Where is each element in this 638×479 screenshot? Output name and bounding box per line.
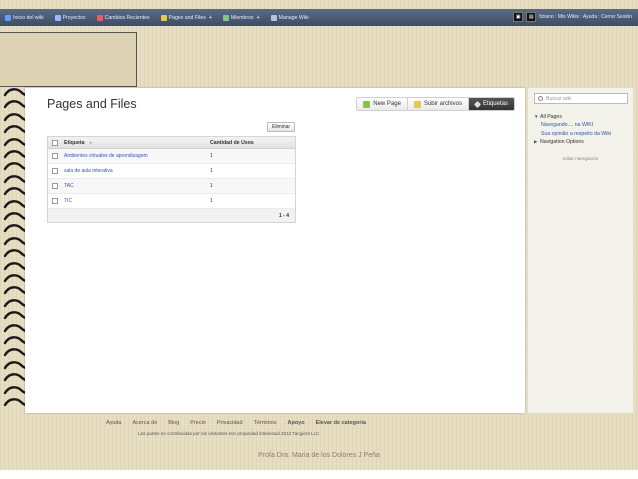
upload-files-button[interactable]: Subir archivos — [407, 98, 469, 110]
column-header-tag[interactable]: Etiqueta ▼ — [62, 140, 210, 146]
tag-link[interactable]: TAC — [62, 183, 210, 189]
search-icon — [538, 96, 543, 101]
top-navigation-bar: Inicio del wiki Proyectos Cambios Recien… — [0, 9, 638, 26]
expand-plus-icon[interactable]: + — [209, 15, 212, 21]
footer-link-blog[interactable]: Blog — [168, 420, 179, 426]
column-header-uses[interactable]: Cantidad de Usos — [210, 140, 295, 146]
messages-icon[interactable]: ▤ — [526, 12, 537, 22]
footer-links: Ayuda Acerca de Blog Precio Privacidad T… — [106, 420, 377, 426]
nav-recent-changes[interactable]: Cambios Recientes — [96, 14, 150, 21]
upload-icon — [413, 100, 421, 108]
recent-changes-icon — [96, 14, 103, 21]
nav-pages-and-files[interactable]: Pages and Files + — [160, 14, 212, 21]
gear-icon — [270, 14, 277, 21]
select-all-checkbox[interactable] — [52, 139, 58, 146]
tree-navigation-options[interactable]: ▶ Navigation Options — [534, 138, 611, 146]
sidebar: Buscar wiki ▼ All Pages Navegando.... na … — [528, 88, 633, 413]
table-header: Etiqueta ▼ Cantidad de Usos — [48, 137, 295, 149]
home-icon — [5, 14, 11, 21]
table-pagination: 1 - 4 — [48, 209, 295, 222]
notifications-icon[interactable]: ▣ — [513, 12, 524, 22]
table-row: TIC 1 — [48, 194, 295, 209]
tag-link[interactable]: TIC — [62, 198, 210, 204]
wiki-background: Inicio del wiki Proyectos Cambios Recien… — [0, 0, 638, 470]
footer-link-privacidad[interactable]: Privacidad — [217, 420, 243, 426]
tree-all-pages[interactable]: ▼ All Pages — [534, 113, 611, 121]
footer-link-upgrade[interactable]: Elevar de categoría — [316, 420, 366, 426]
projects-icon — [54, 14, 61, 21]
expand-plus-icon[interactable]: + — [257, 15, 260, 21]
members-icon — [222, 14, 229, 21]
row-checkbox[interactable] — [52, 168, 58, 174]
table-row: Ambientes virtuales de aprendizagem 1 — [48, 149, 295, 164]
footer-link-ayuda[interactable]: Ayuda — [106, 420, 122, 426]
footer-link-terminos[interactable]: Términos — [254, 420, 277, 426]
search-placeholder: Buscar wiki — [546, 95, 572, 102]
navigation-tree: ▼ All Pages Navegando.... na WIKI Sua opi… — [534, 113, 611, 147]
tag-uses: 1 — [210, 183, 213, 189]
tag-uses: 1 — [210, 168, 213, 174]
decorative-frame — [0, 32, 137, 87]
table-row: TAC 1 — [48, 179, 295, 194]
user-tools: ▣ ▤ fiziano : Mis Wikis : Ayuda : Cerrar… — [513, 12, 632, 22]
main-content-panel: Pages and Files New Page Subir archivos … — [25, 88, 525, 413]
row-checkbox[interactable] — [52, 153, 58, 159]
page-title: Pages and Files — [47, 97, 137, 111]
tag-link[interactable]: Ambientes virtuales de aprendizagem — [62, 153, 210, 159]
tree-link-navegando[interactable]: Navegando.... na WIKI — [534, 121, 611, 129]
sort-down-icon[interactable]: ▼ — [89, 141, 93, 145]
tags-button[interactable]: Etiquetas — [468, 98, 514, 110]
edit-navigation-link[interactable]: editar navegación — [528, 156, 633, 161]
delete-button[interactable]: Eliminar — [267, 122, 296, 132]
slide-caption: Profa Dra. Maria de los Dolores J Peña — [258, 452, 380, 459]
footer-legal-text: Las partes no contribuidas por los visit… — [138, 431, 320, 436]
tag-icon — [473, 100, 482, 108]
tag-link[interactable]: sala de aula interativa — [62, 168, 210, 174]
footer-link-apoyo[interactable]: Apoyo — [287, 420, 304, 426]
nav-members[interactable]: Miembros + — [222, 14, 260, 21]
table-row: sala de aula interativa 1 — [48, 164, 295, 179]
nav-home[interactable]: Inicio del wiki — [5, 14, 44, 21]
tag-uses: 1 — [210, 198, 213, 204]
new-page-button[interactable]: New Page — [357, 98, 408, 110]
tags-table: Etiqueta ▼ Cantidad de Usos Ambientes vi… — [47, 136, 296, 223]
page-actions: New Page Subir archivos Etiquetas — [356, 97, 515, 111]
footer-link-precio[interactable]: Precio — [190, 420, 206, 426]
tree-link-opiniao[interactable]: Sua opinião a respeito da Wiki — [534, 130, 611, 138]
table-body: Ambientes virtuales de aprendizagem 1 sa… — [48, 149, 295, 209]
pages-files-icon — [160, 14, 167, 21]
new-page-icon — [363, 100, 371, 108]
search-input[interactable]: Buscar wiki — [534, 93, 628, 104]
row-checkbox[interactable] — [52, 198, 58, 204]
account-links[interactable]: fiziano : Mis Wikis : Ayuda : Cerrar Ses… — [539, 14, 632, 20]
nav-manage-wiki[interactable]: Manage Wiki — [270, 14, 309, 21]
footer-link-acerca[interactable]: Acerca de — [133, 420, 158, 426]
tag-uses: 1 — [210, 153, 213, 159]
nav-projects[interactable]: Proyectos — [54, 14, 86, 21]
row-checkbox[interactable] — [52, 183, 58, 189]
